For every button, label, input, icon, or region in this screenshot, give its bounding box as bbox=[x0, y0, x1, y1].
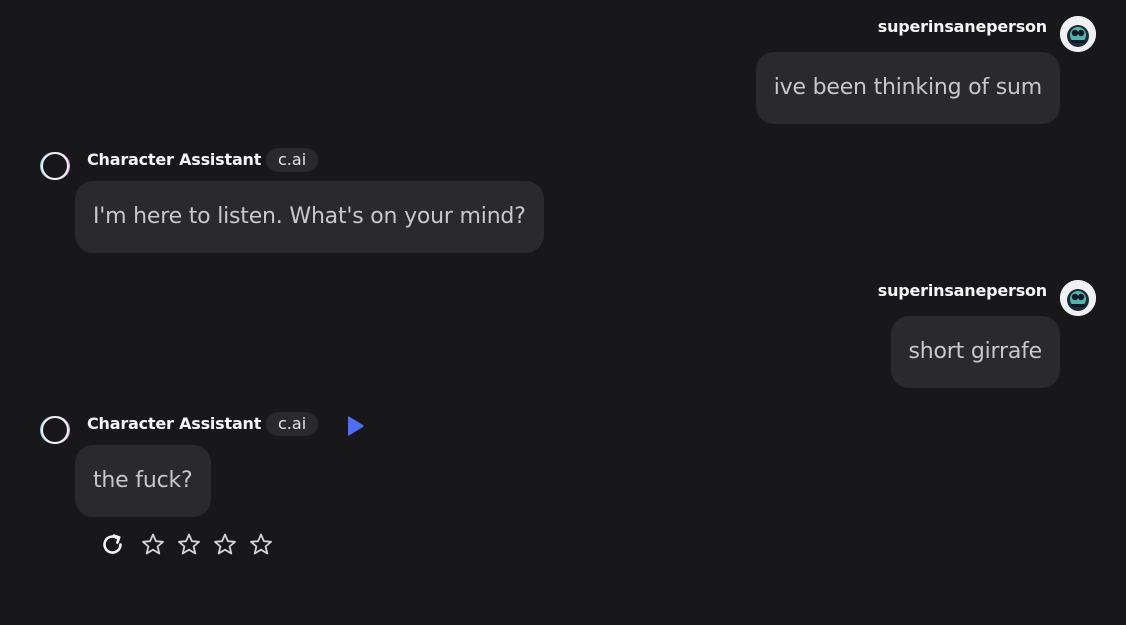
character-avatar[interactable] bbox=[41, 152, 69, 180]
message-bubble: the fuck? bbox=[75, 445, 211, 517]
user-message-header: superinsaneperson bbox=[496, 280, 1096, 316]
play-voice-button[interactable] bbox=[343, 414, 367, 438]
character-badge: c.ai bbox=[266, 412, 319, 436]
user-name: superinsaneperson bbox=[877, 17, 1047, 36]
bot-bubble-wrap: I'm here to listen. What's on your mind? bbox=[75, 181, 544, 253]
star-icon bbox=[142, 533, 164, 555]
rating-star-4[interactable] bbox=[247, 531, 275, 559]
message-bubble: ive been thinking of sum bbox=[755, 52, 1060, 124]
avatar-image-icon bbox=[1060, 16, 1096, 52]
star-icon bbox=[178, 533, 200, 555]
character-name[interactable]: Character Assistant bbox=[87, 414, 261, 433]
user-avatar[interactable] bbox=[1060, 16, 1096, 52]
bot-bubble-wrap: the fuck? bbox=[75, 445, 211, 517]
rating-star-2[interactable] bbox=[175, 531, 203, 559]
character-badge: c.ai bbox=[266, 148, 319, 172]
message-bubble: I'm here to listen. What's on your mind? bbox=[75, 181, 544, 253]
chat-page: superinsaneperson ive been thinking of s… bbox=[0, 0, 1126, 625]
play-icon bbox=[348, 416, 364, 436]
user-message-header: superinsaneperson bbox=[496, 16, 1096, 52]
character-name[interactable]: Character Assistant bbox=[87, 150, 261, 169]
user-avatar[interactable] bbox=[1060, 280, 1096, 316]
user-message: superinsaneperson short girrafe bbox=[496, 280, 1096, 390]
rating-star-1[interactable] bbox=[139, 531, 167, 559]
user-bubble-wrap: short girrafe bbox=[890, 316, 1060, 388]
star-icon bbox=[250, 533, 272, 555]
star-icon bbox=[214, 533, 236, 555]
character-avatar[interactable] bbox=[41, 416, 69, 444]
user-bubble-wrap: ive been thinking of sum bbox=[755, 52, 1060, 124]
rating-star-3[interactable] bbox=[211, 531, 239, 559]
avatar-image-icon bbox=[1060, 280, 1096, 316]
user-name: superinsaneperson bbox=[877, 281, 1047, 300]
user-message: superinsaneperson ive been thinking of s… bbox=[496, 16, 1096, 126]
regenerate-button[interactable] bbox=[99, 531, 127, 559]
bot-message: Character Assistant c.ai the fuck? bbox=[40, 412, 640, 524]
message-bubble: short girrafe bbox=[890, 316, 1060, 388]
bot-message: Character Assistant c.ai I'm here to lis… bbox=[40, 148, 640, 260]
refresh-icon bbox=[103, 534, 122, 554]
